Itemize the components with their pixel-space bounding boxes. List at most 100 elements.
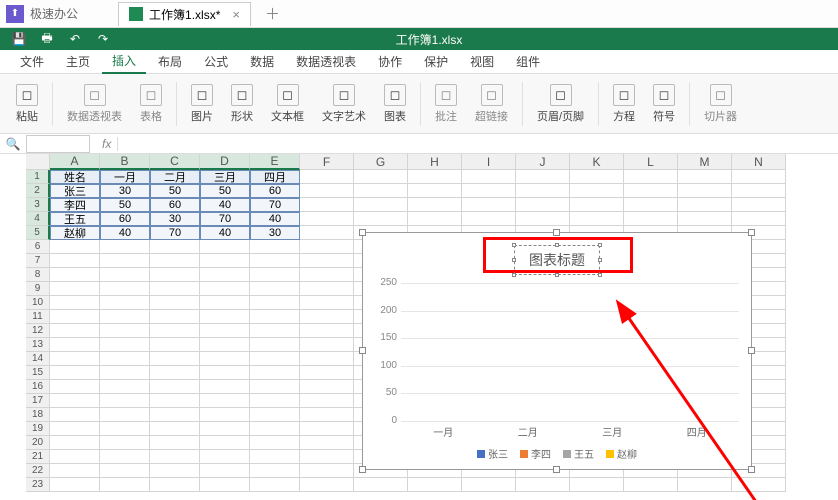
title-handle[interactable] — [555, 273, 559, 277]
resize-handle[interactable] — [359, 229, 366, 236]
cell-C10[interactable] — [150, 296, 200, 310]
cell-A5[interactable]: 赵柳 — [50, 226, 100, 240]
cell-E4[interactable]: 40 — [250, 212, 300, 226]
cell-B23[interactable] — [100, 478, 150, 492]
row-header-2[interactable]: 2 — [26, 184, 50, 198]
cell-C19[interactable] — [150, 422, 200, 436]
chart-object[interactable]: 图表标题 050100150200250一月二月三月四月 张三李四王五赵柳 — [362, 232, 752, 470]
cell-G2[interactable] — [354, 184, 408, 198]
cell-B8[interactable] — [100, 268, 150, 282]
cell-C17[interactable] — [150, 394, 200, 408]
title-handle[interactable] — [598, 258, 602, 262]
cell-B10[interactable] — [100, 296, 150, 310]
resize-handle[interactable] — [359, 466, 366, 473]
cell-H23[interactable] — [408, 478, 462, 492]
cell-F4[interactable] — [300, 212, 354, 226]
cell-M1[interactable] — [678, 170, 732, 184]
row-header-22[interactable]: 22 — [26, 464, 50, 478]
col-header-K[interactable]: K — [570, 154, 624, 170]
row-header-5[interactable]: 5 — [26, 226, 50, 240]
cell-A14[interactable] — [50, 352, 100, 366]
cell-M4[interactable] — [678, 212, 732, 226]
cell-H2[interactable] — [408, 184, 462, 198]
cell-L1[interactable] — [624, 170, 678, 184]
cell-B13[interactable] — [100, 338, 150, 352]
cell-A20[interactable] — [50, 436, 100, 450]
resize-handle[interactable] — [359, 347, 366, 354]
col-header-I[interactable]: I — [462, 154, 516, 170]
cell-H3[interactable] — [408, 198, 462, 212]
menu-插入[interactable]: 插入 — [102, 49, 146, 74]
menu-协作[interactable]: 协作 — [368, 50, 412, 73]
cell-E19[interactable] — [250, 422, 300, 436]
row-header-1[interactable]: 1 — [26, 170, 50, 184]
row-header-4[interactable]: 4 — [26, 212, 50, 226]
cell-D10[interactable] — [200, 296, 250, 310]
row-header-10[interactable]: 10 — [26, 296, 50, 310]
cell-E18[interactable] — [250, 408, 300, 422]
cell-B7[interactable] — [100, 254, 150, 268]
col-header-C[interactable]: C — [150, 154, 200, 170]
resize-handle[interactable] — [553, 466, 560, 473]
cell-I2[interactable] — [462, 184, 516, 198]
cell-A18[interactable] — [50, 408, 100, 422]
row-header-15[interactable]: 15 — [26, 366, 50, 380]
cell-J23[interactable] — [516, 478, 570, 492]
cell-A1[interactable]: 姓名 — [50, 170, 100, 184]
cell-B3[interactable]: 50 — [100, 198, 150, 212]
col-header-G[interactable]: G — [354, 154, 408, 170]
ribbon-符号[interactable]: ◻符号 — [645, 82, 683, 126]
cell-D3[interactable]: 40 — [200, 198, 250, 212]
legend-item-王五[interactable]: 王五 — [563, 446, 594, 461]
ribbon-页眉/页脚[interactable]: ◻页眉/页脚 — [529, 82, 592, 126]
menu-数据透视表[interactable]: 数据透视表 — [286, 50, 366, 73]
cell-B21[interactable] — [100, 450, 150, 464]
cell-F5[interactable] — [300, 226, 354, 240]
cell-B19[interactable] — [100, 422, 150, 436]
cell-K3[interactable] — [570, 198, 624, 212]
document-tab[interactable]: 工作簿1.xlsx* × — [118, 2, 251, 26]
col-header-N[interactable]: N — [732, 154, 786, 170]
cell-E11[interactable] — [250, 310, 300, 324]
cell-B9[interactable] — [100, 282, 150, 296]
cell-B4[interactable]: 60 — [100, 212, 150, 226]
cell-N4[interactable] — [732, 212, 786, 226]
cell-B1[interactable]: 一月 — [100, 170, 150, 184]
menu-主页[interactable]: 主页 — [56, 50, 100, 73]
menu-数据[interactable]: 数据 — [240, 50, 284, 73]
cell-F19[interactable] — [300, 422, 354, 436]
cell-D13[interactable] — [200, 338, 250, 352]
cell-J3[interactable] — [516, 198, 570, 212]
title-handle[interactable] — [555, 243, 559, 247]
row-header-17[interactable]: 17 — [26, 394, 50, 408]
save-icon[interactable]: 💾 — [12, 32, 26, 46]
title-handle[interactable] — [512, 243, 516, 247]
cell-A21[interactable] — [50, 450, 100, 464]
cell-E15[interactable] — [250, 366, 300, 380]
close-tab-icon[interactable]: × — [232, 7, 240, 22]
cell-F6[interactable] — [300, 240, 354, 254]
cell-E17[interactable] — [250, 394, 300, 408]
cell-G3[interactable] — [354, 198, 408, 212]
cell-D5[interactable]: 40 — [200, 226, 250, 240]
cell-J1[interactable] — [516, 170, 570, 184]
print-icon[interactable]: 🖶 — [40, 32, 54, 46]
cell-F18[interactable] — [300, 408, 354, 422]
cell-A2[interactable]: 张三 — [50, 184, 100, 198]
ribbon-文本框[interactable]: ◻文本框 — [263, 82, 312, 126]
cell-F9[interactable] — [300, 282, 354, 296]
cell-D20[interactable] — [200, 436, 250, 450]
cell-M2[interactable] — [678, 184, 732, 198]
cell-D16[interactable] — [200, 380, 250, 394]
col-header-L[interactable]: L — [624, 154, 678, 170]
cell-C14[interactable] — [150, 352, 200, 366]
cell-E6[interactable] — [250, 240, 300, 254]
cell-F14[interactable] — [300, 352, 354, 366]
cell-A7[interactable] — [50, 254, 100, 268]
ribbon-形状[interactable]: ◻形状 — [223, 82, 261, 126]
cell-M23[interactable] — [678, 478, 732, 492]
cell-C8[interactable] — [150, 268, 200, 282]
cell-F12[interactable] — [300, 324, 354, 338]
cell-C13[interactable] — [150, 338, 200, 352]
cell-C23[interactable] — [150, 478, 200, 492]
